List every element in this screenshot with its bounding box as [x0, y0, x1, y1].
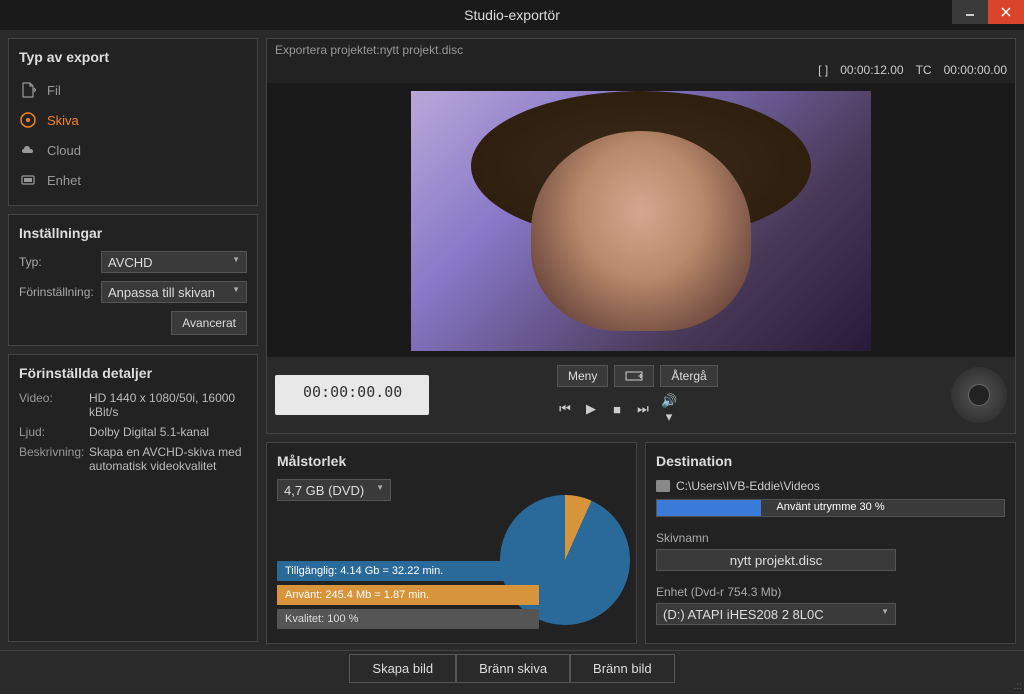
device-label: Enhet (Dvd-r 754.3 Mb) — [656, 585, 1005, 599]
close-icon — [1001, 7, 1011, 17]
target-header: Målstorlek — [277, 453, 626, 469]
prev-button[interactable]: ⏮ — [557, 401, 573, 417]
audio-label: Ljud: — [19, 425, 89, 439]
type-select[interactable]: AVCHD — [101, 251, 247, 273]
play-button[interactable]: ▶ — [583, 401, 599, 417]
available-bar: Tillgänglig: 4.14 Gb = 32.22 min. — [277, 561, 539, 581]
export-item-file[interactable]: Fil — [19, 75, 247, 105]
export-type-header: Typ av export — [19, 49, 247, 65]
preview-panel: Exportera projektet:nytt projekt.disc [ … — [266, 38, 1016, 434]
tc-duration: 00:00:12.00 — [840, 63, 903, 77]
video-value: HD 1440 x 1080/50i, 16000 kBit/s — [89, 391, 247, 419]
audio-value: Dolby Digital 5.1-kanal — [89, 425, 247, 439]
jog-wheel[interactable] — [951, 367, 1007, 423]
close-button[interactable] — [988, 0, 1024, 24]
resize-grip[interactable]: .:: — [1014, 681, 1022, 692]
return-button[interactable]: Återgå — [660, 365, 717, 387]
project-text: Exportera projektet:nytt projekt.disc — [275, 43, 463, 57]
diskname-input[interactable] — [656, 549, 896, 571]
export-item-label: Cloud — [47, 143, 81, 158]
playback-controls: 00:00:00.00 Meny Återgå ⏮ ▶ ■ ⏭ � — [267, 357, 1015, 433]
space-progress: Använt utrymme 30 % — [656, 499, 1005, 517]
target-size-panel: Målstorlek 4,7 GB (DVD) Tillgänglig: 4.1… — [266, 442, 637, 644]
burn-disc-button[interactable]: Bränn skiva — [456, 654, 570, 683]
file-icon — [19, 81, 37, 99]
destination-header: Destination — [656, 453, 1005, 469]
desc-label: Beskrivning: — [19, 445, 89, 473]
tc-current: 00:00:00.00 — [944, 63, 1007, 77]
export-type-panel: Typ av export Fil Skiva Cloud — [8, 38, 258, 206]
export-item-label: Fil — [47, 83, 61, 98]
export-item-disc[interactable]: Skiva — [19, 105, 247, 135]
diskname-label: Skivnamn — [656, 531, 1005, 545]
used-bar: Använt: 245.4 Mb = 1.87 min. — [277, 585, 539, 605]
desc-value: Skapa en AVCHD-skiva med automatisk vide… — [89, 445, 247, 473]
footer: Skapa bild Bränn skiva Bränn bild — [0, 650, 1024, 686]
disc-usage-pie — [500, 495, 630, 625]
window-title: Studio-exportör — [464, 7, 560, 23]
type-label: Typ: — [19, 255, 101, 269]
minimize-icon — [965, 7, 975, 17]
stop-button[interactable]: ■ — [609, 402, 625, 417]
burn-image-button[interactable]: Bränn bild — [570, 654, 675, 683]
video-preview — [267, 83, 1015, 357]
minimize-button[interactable] — [952, 0, 988, 24]
details-panel: Förinställda detaljer Video: HD 1440 x 1… — [8, 354, 258, 642]
tc-label: TC — [916, 63, 932, 77]
loop-icon — [625, 371, 643, 381]
volume-button[interactable]: 🔊▾ — [661, 393, 677, 425]
destination-path[interactable]: C:\Users\IVB-Eddie\Videos — [676, 479, 820, 493]
export-item-cloud[interactable]: Cloud — [19, 135, 247, 165]
tc-bracket: [ ] — [818, 63, 828, 77]
next-button[interactable]: ⏭ — [635, 401, 651, 417]
menu-button[interactable]: Meny — [557, 365, 608, 387]
preset-label: Förinställning: — [19, 285, 101, 299]
video-label: Video: — [19, 391, 89, 419]
settings-panel: Inställningar Typ: AVCHD Förinställning:… — [8, 214, 258, 346]
timecode-display: 00:00:00.00 — [275, 375, 429, 415]
details-header: Förinställda detaljer — [19, 365, 247, 381]
settings-header: Inställningar — [19, 225, 247, 241]
titlebar: Studio-exportör — [0, 0, 1024, 30]
disc-icon — [19, 111, 37, 129]
quality-bar: Kvalitet: 100 % — [277, 609, 539, 629]
cloud-icon — [19, 141, 37, 159]
export-item-label: Enhet — [47, 173, 81, 188]
export-item-label: Skiva — [47, 113, 79, 128]
create-image-button[interactable]: Skapa bild — [349, 654, 456, 683]
loop-button[interactable] — [614, 365, 654, 387]
preset-select[interactable]: Anpassa till skivan — [101, 281, 247, 303]
target-size-select[interactable]: 4,7 GB (DVD) — [277, 479, 391, 501]
advanced-button[interactable]: Avancerat — [171, 311, 247, 335]
progress-text: Använt utrymme 30 % — [657, 501, 1004, 513]
device-icon — [19, 171, 37, 189]
window-controls — [952, 0, 1024, 24]
export-item-device[interactable]: Enhet — [19, 165, 247, 195]
destination-panel: Destination C:\Users\IVB-Eddie\Videos An… — [645, 442, 1016, 644]
folder-icon — [656, 480, 670, 492]
device-select[interactable]: (D:) ATAPI iHES208 2 8L0C — [656, 603, 896, 625]
